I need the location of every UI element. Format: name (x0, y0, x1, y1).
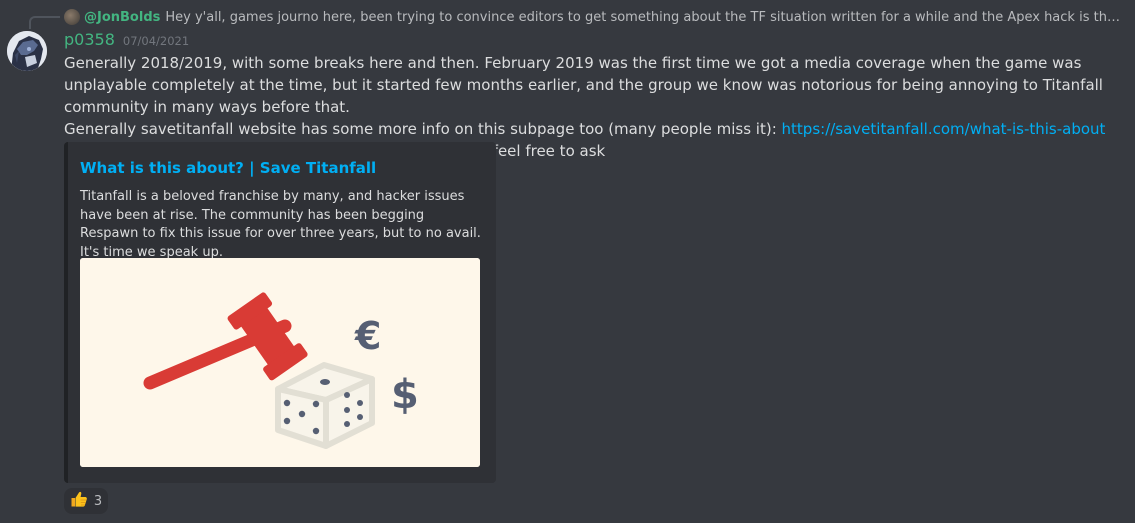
reaction-count: 3 (93, 493, 103, 509)
reply-spine (29, 16, 60, 29)
avatar[interactable] (7, 31, 47, 71)
message-paragraph: Generally 2018/2019, with some breaks he… (64, 54, 1103, 116)
author-name[interactable]: p0358 (64, 30, 115, 49)
message-header: p0358 07/04/2021 (64, 30, 189, 49)
reply-avatar[interactable] (64, 9, 80, 25)
message-text: Generally savetitanfall website has some… (64, 120, 782, 138)
message-link[interactable]: https://savetitanfall.com/what-is-this-a… (782, 120, 1106, 138)
embed-title[interactable]: What is this about? | Save Titanfall (80, 159, 376, 177)
chat-message: @JonBolds Hey y'all, games journo here, … (0, 0, 1135, 523)
message-paragraph: Generally savetitanfall website has some… (64, 118, 1124, 140)
thumbs-up-icon (70, 490, 88, 512)
reply-preview[interactable]: @JonBolds Hey y'all, games journo here, … (64, 8, 1124, 26)
reaction-thumbs-up[interactable]: 3 (64, 488, 108, 514)
dollar-symbol: $ (391, 372, 419, 418)
euro-symbol: € (354, 314, 381, 358)
reply-author[interactable]: @JonBolds (84, 10, 160, 25)
timestamp[interactable]: 07/04/2021 (123, 34, 189, 48)
embed-description: Titanfall is a beloved franchise by many… (80, 189, 481, 260)
reply-text[interactable]: Hey y'all, games journo here, been tryin… (165, 10, 1124, 25)
link-embed: What is this about? | Save Titanfall Tit… (64, 142, 496, 483)
embed-image[interactable]: € $ (80, 258, 480, 467)
